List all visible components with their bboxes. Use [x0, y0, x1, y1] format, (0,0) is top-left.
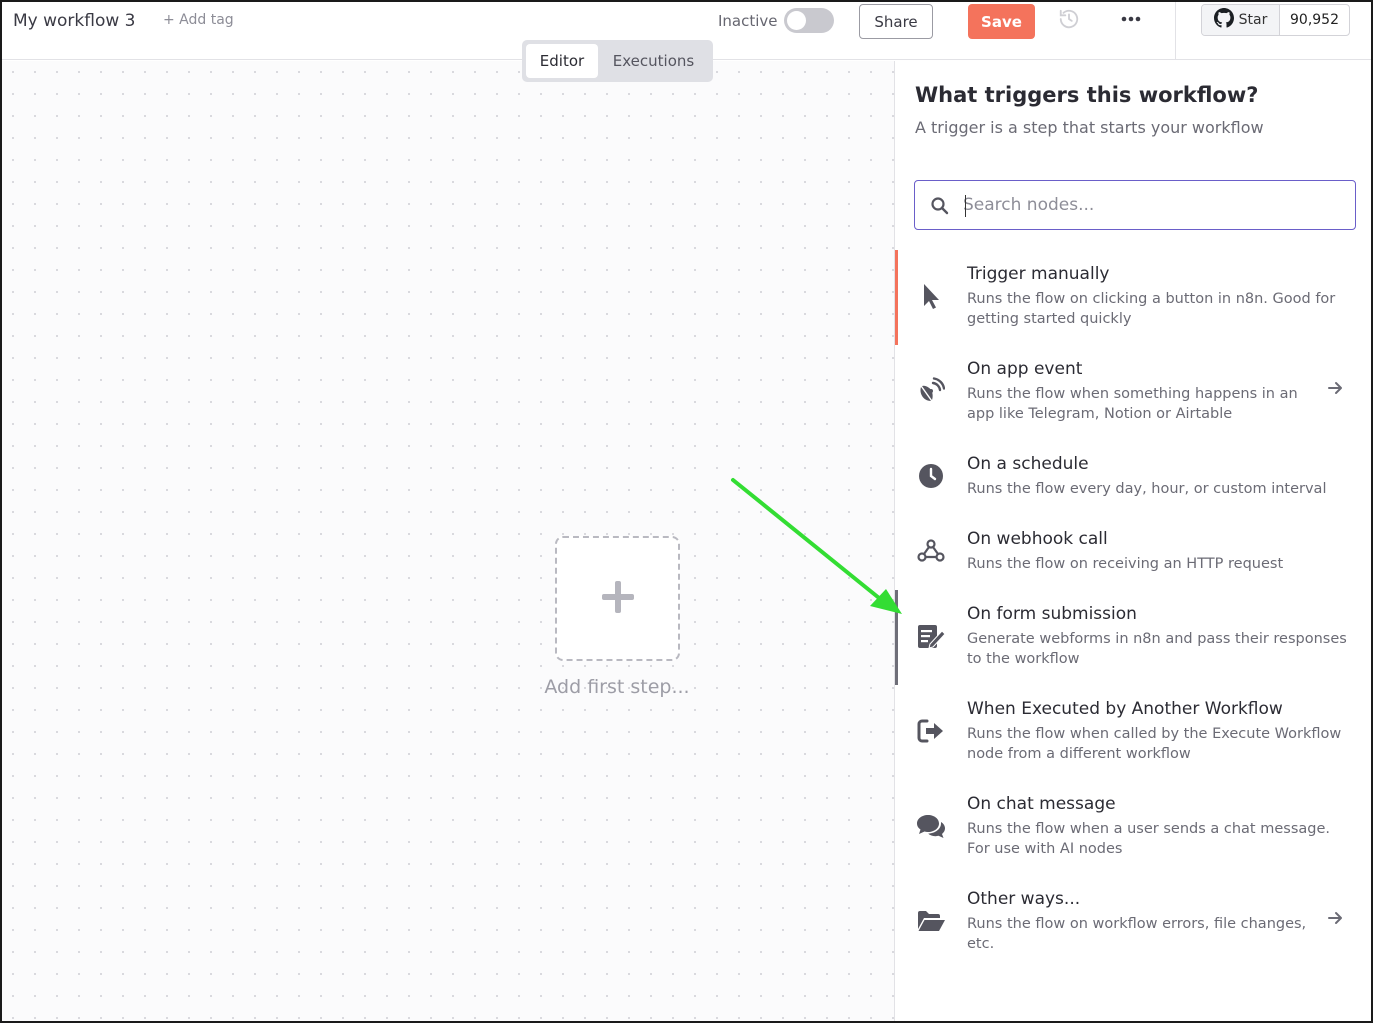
item-description: Runs the flow on receiving an HTTP reque…: [967, 556, 1284, 572]
item-title: On chat message: [967, 794, 1116, 814]
search-icon: [930, 196, 950, 216]
item-description: Runs the flow when called by the Execute…: [967, 726, 1342, 762]
github-icon: [1213, 8, 1234, 32]
trigger-item-executed-by-workflow[interactable]: When Executed by Another Workflow Runs t…: [895, 685, 1371, 780]
text-caret: [965, 195, 966, 217]
trigger-item-manual[interactable]: Trigger manually Runs the flow on clicki…: [895, 250, 1371, 345]
item-title: On webhook call: [967, 529, 1108, 549]
item-description: Runs the flow when a user sends a chat m…: [967, 821, 1330, 857]
add-first-step-label: Add first step...: [544, 676, 690, 698]
item-description: Runs the flow when something happens in …: [967, 386, 1298, 422]
trigger-item-other-ways[interactable]: Other ways... Runs the flow on workflow …: [895, 875, 1371, 970]
item-title: On a schedule: [967, 454, 1089, 474]
cursor-icon: [915, 280, 947, 312]
github-star-button[interactable]: Star 90,952: [1201, 4, 1350, 36]
item-title: When Executed by Another Workflow: [967, 699, 1283, 719]
active-toggle[interactable]: [784, 8, 834, 33]
trigger-item-chat-message[interactable]: On chat message Runs the flow when a use…: [895, 780, 1371, 875]
trigger-item-schedule[interactable]: On a schedule Runs the flow every day, h…: [895, 440, 1371, 515]
github-star-count[interactable]: 90,952: [1280, 5, 1349, 35]
view-tabs: Editor Executions: [522, 40, 713, 82]
item-description: Runs the flow on clicking a button in n8…: [967, 291, 1336, 327]
github-star-left[interactable]: Star: [1202, 5, 1280, 35]
clock-icon: [915, 460, 947, 492]
plus-icon: [601, 580, 635, 618]
item-description: Runs the flow on workflow errors, file c…: [967, 916, 1307, 952]
trigger-item-webhook[interactable]: On webhook call Runs the flow on receivi…: [895, 515, 1371, 590]
tab-editor[interactable]: Editor: [526, 44, 598, 78]
more-options-icon[interactable]: [1120, 10, 1142, 28]
add-tag-button[interactable]: + Add tag: [163, 12, 234, 28]
arrow-right-icon: [1326, 909, 1346, 929]
github-star-label: Star: [1238, 12, 1268, 28]
active-status-label: Inactive: [718, 12, 778, 30]
comments-icon: [915, 810, 947, 842]
search-input[interactable]: [963, 189, 1343, 221]
trigger-item-form-submission[interactable]: On form submission Generate webforms in …: [895, 590, 1371, 685]
form-icon: [915, 620, 947, 652]
webhook-icon: [915, 535, 947, 567]
item-title: Trigger manually: [967, 264, 1110, 284]
item-description: Generate webforms in n8n and pass their …: [967, 631, 1347, 667]
panel-title: What triggers this workflow?: [915, 83, 1259, 107]
item-description: Runs the flow every day, hour, or custom…: [967, 481, 1327, 497]
folder-open-icon: [915, 905, 947, 937]
workflow-canvas[interactable]: Add first step...: [2, 61, 894, 1021]
trigger-item-app-event[interactable]: On app event Runs the flow when somethin…: [895, 345, 1371, 440]
search-box[interactable]: [914, 180, 1356, 230]
app-window: My workflow 3 + Add tag Inactive Share S…: [0, 0, 1373, 1023]
item-title: Other ways...: [967, 889, 1081, 909]
add-first-step-button[interactable]: [555, 536, 680, 661]
panel-subtitle: A trigger is a step that starts your wor…: [915, 118, 1264, 137]
share-button[interactable]: Share: [859, 4, 933, 39]
workflow-name[interactable]: My workflow 3: [13, 11, 136, 31]
item-title: On app event: [967, 359, 1083, 379]
satellite-dish-icon: [915, 375, 947, 407]
header-divider: [1175, 2, 1176, 60]
sign-out-icon: [915, 715, 947, 747]
trigger-panel: What triggers this workflow? A trigger i…: [894, 61, 1371, 1021]
toggle-knob: [787, 11, 806, 30]
arrow-right-icon: [1326, 379, 1346, 399]
tab-executions[interactable]: Executions: [598, 44, 709, 78]
item-title: On form submission: [967, 604, 1137, 624]
save-button[interactable]: Save: [968, 4, 1035, 39]
history-icon[interactable]: [1058, 8, 1080, 30]
